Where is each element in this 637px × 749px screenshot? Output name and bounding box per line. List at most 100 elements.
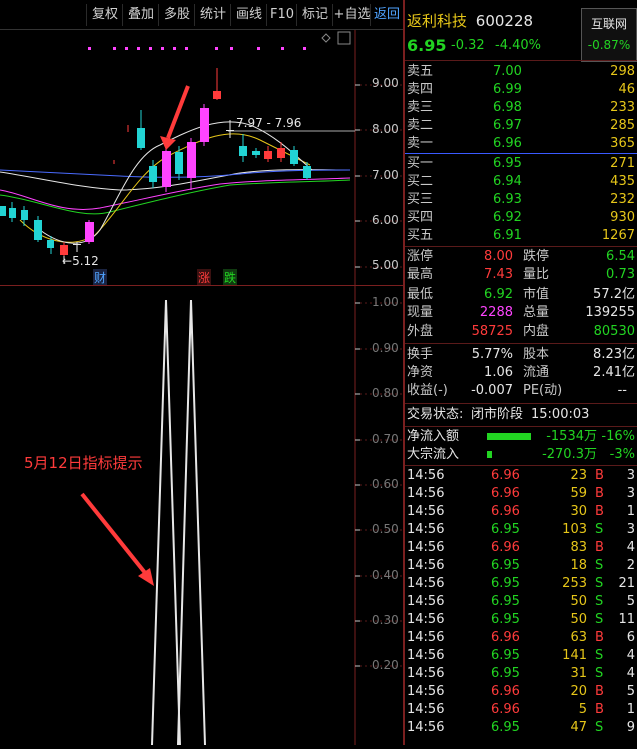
bid-row-2[interactable]: 买二 6.94 435 — [405, 173, 637, 191]
tick-count: 5 — [626, 684, 635, 699]
indicator-svg — [80, 286, 403, 746]
ask-row-5[interactable]: 卖五 7.00 298 — [405, 63, 637, 81]
fuquan-button[interactable]: 复权 — [86, 4, 123, 26]
bid-volume: 930 — [610, 210, 635, 225]
stock-code: 600228 — [475, 12, 534, 30]
back-button[interactable]: 返回 — [370, 4, 403, 26]
low-label: 最低 — [407, 287, 434, 302]
stock-name: 返利科技 600228 — [407, 10, 533, 31]
ask-volume: 46 — [618, 82, 635, 97]
tick-time: 14:56 — [407, 594, 445, 609]
ask-price: 6.97 — [493, 118, 522, 133]
turnover-label: 换手 — [407, 347, 434, 362]
limit-down-marker[interactable]: 跌 — [223, 269, 238, 286]
tick-row: 14:56 6.95 50 S 5 — [405, 593, 637, 611]
bid-price: 6.95 — [493, 156, 522, 171]
kline-ytick: 9.00 — [372, 76, 399, 90]
net-inflow-pct: -16% — [601, 429, 635, 444]
ask-row-1[interactable]: 卖一 6.96 365 — [405, 135, 637, 153]
high-value: 7.43 — [484, 267, 513, 282]
block-inflow-amount: -270.3万 — [542, 447, 597, 462]
f10-button[interactable]: F10 — [266, 4, 297, 26]
indicator-ytick: 0.50 — [372, 522, 399, 536]
indicator-chart[interactable]: 1.00 0.90 0.80 0.70 0.60 0.50 0.40 0.30 … — [0, 286, 403, 746]
bid-price: 6.92 — [493, 210, 522, 225]
sector-box[interactable]: 互联网 -0.87% — [581, 8, 637, 62]
divider — [405, 403, 637, 404]
stats-row: 现量 2288 总量 139255 — [405, 304, 637, 322]
tick-list[interactable]: 14:56 6.96 23 B 3 14:56 6.96 59 B 3 14:56 6.96 30 B 1 1… — [405, 467, 637, 745]
tick-volume: 47 — [570, 720, 587, 735]
stats-row: 外盘 58725 内盘 80530 — [405, 323, 637, 341]
multi-stock-button[interactable]: 多股 — [158, 4, 195, 26]
tick-row: 14:56 6.96 63 B 6 — [405, 629, 637, 647]
bid-volume: 1267 — [601, 228, 635, 243]
tick-volume: 63 — [570, 630, 587, 645]
block-inflow-label: 大宗流入 — [407, 447, 460, 462]
ask-row-3[interactable]: 卖三 6.98 233 — [405, 99, 637, 117]
tick-side: B — [595, 468, 604, 483]
indicator-ytick: 0.90 — [372, 341, 399, 355]
tick-price: 6.95 — [491, 648, 520, 663]
statistics-button[interactable]: 统计 — [194, 4, 231, 26]
bid-ask-divider — [405, 153, 637, 154]
kline-ytick: 8.00 — [372, 122, 399, 136]
candlestick-chart[interactable]: 9.00 8.00 7.00 6.00 5.00 7.97 - 7.96 ←5.… — [0, 30, 403, 286]
add-watchlist-button[interactable]: +自选 — [332, 4, 371, 26]
ask-label: 卖五 — [407, 64, 434, 79]
block-inflow-pct: -3% — [609, 447, 635, 462]
bid-row-3[interactable]: 买三 6.93 232 — [405, 191, 637, 209]
current-volume-label: 现量 — [407, 305, 434, 320]
indicator-ytick: 0.70 — [372, 432, 399, 446]
net-inflow-amount: -1534万 — [546, 429, 597, 444]
tick-time: 14:56 — [407, 720, 445, 735]
annotation-text: 5月12日指标提示 — [24, 454, 143, 472]
tick-count: 4 — [626, 540, 635, 555]
float-value: 2.41亿 — [593, 365, 635, 380]
limit-up-marker[interactable]: 涨 — [197, 269, 212, 286]
tick-row: 14:56 6.95 50 S 11 — [405, 611, 637, 629]
stats-row: 净资 1.06 流通 2.41亿 — [405, 364, 637, 382]
tick-count: 5 — [626, 594, 635, 609]
overlay-button[interactable]: 叠加 — [122, 4, 159, 26]
bid-volume: 232 — [610, 192, 635, 207]
bid-label: 买二 — [407, 174, 434, 189]
tick-volume: 50 — [570, 594, 587, 609]
finance-marker[interactable]: 财 — [93, 269, 108, 286]
tick-side: B — [595, 486, 604, 501]
tick-time: 14:56 — [407, 648, 445, 663]
divider — [405, 426, 637, 427]
bid-row-1[interactable]: 买一 6.95 271 — [405, 155, 637, 173]
flow-row: 大宗流入 -270.3万 -3% — [405, 446, 637, 464]
stats-row: 换手 5.77% 股本 8.23亿 — [405, 346, 637, 364]
tick-side: S — [595, 522, 604, 537]
tick-price: 6.96 — [491, 630, 520, 645]
trade-status-label: 交易状态: — [407, 407, 464, 422]
bid-volume: 271 — [610, 156, 635, 171]
share-capital-value: 8.23亿 — [593, 347, 635, 362]
tick-side: S — [595, 720, 604, 735]
bid-price: 6.91 — [493, 228, 522, 243]
kline-ytick: 5.00 — [372, 258, 399, 272]
price-change: -0.32 — [451, 38, 485, 53]
divider — [405, 246, 637, 247]
share-capital-label: 股本 — [523, 347, 550, 362]
low-value: 6.92 — [484, 287, 513, 302]
tick-volume: 23 — [570, 468, 587, 483]
bid-row-4[interactable]: 买四 6.92 930 — [405, 209, 637, 227]
kline-ytick: 7.00 — [372, 168, 399, 182]
price-change-pct: -4.40% — [495, 38, 541, 53]
kline-ytick: 6.00 — [372, 213, 399, 227]
ask-row-4[interactable]: 卖四 6.99 46 — [405, 81, 637, 99]
market-cap-label: 市值 — [523, 287, 550, 302]
tick-side: S — [595, 666, 604, 681]
ask-row-2[interactable]: 卖二 6.97 285 — [405, 117, 637, 135]
ask-volume: 365 — [610, 136, 635, 151]
tick-time: 14:56 — [407, 612, 445, 627]
tick-side: S — [595, 576, 604, 591]
tick-row: 14:56 6.95 31 S 4 — [405, 665, 637, 683]
mark-button[interactable]: 标记 — [296, 4, 333, 26]
bid-row-5[interactable]: 买五 6.91 1267 — [405, 227, 637, 245]
draw-line-button[interactable]: 画线 — [230, 4, 267, 26]
signal-dots — [88, 47, 306, 50]
